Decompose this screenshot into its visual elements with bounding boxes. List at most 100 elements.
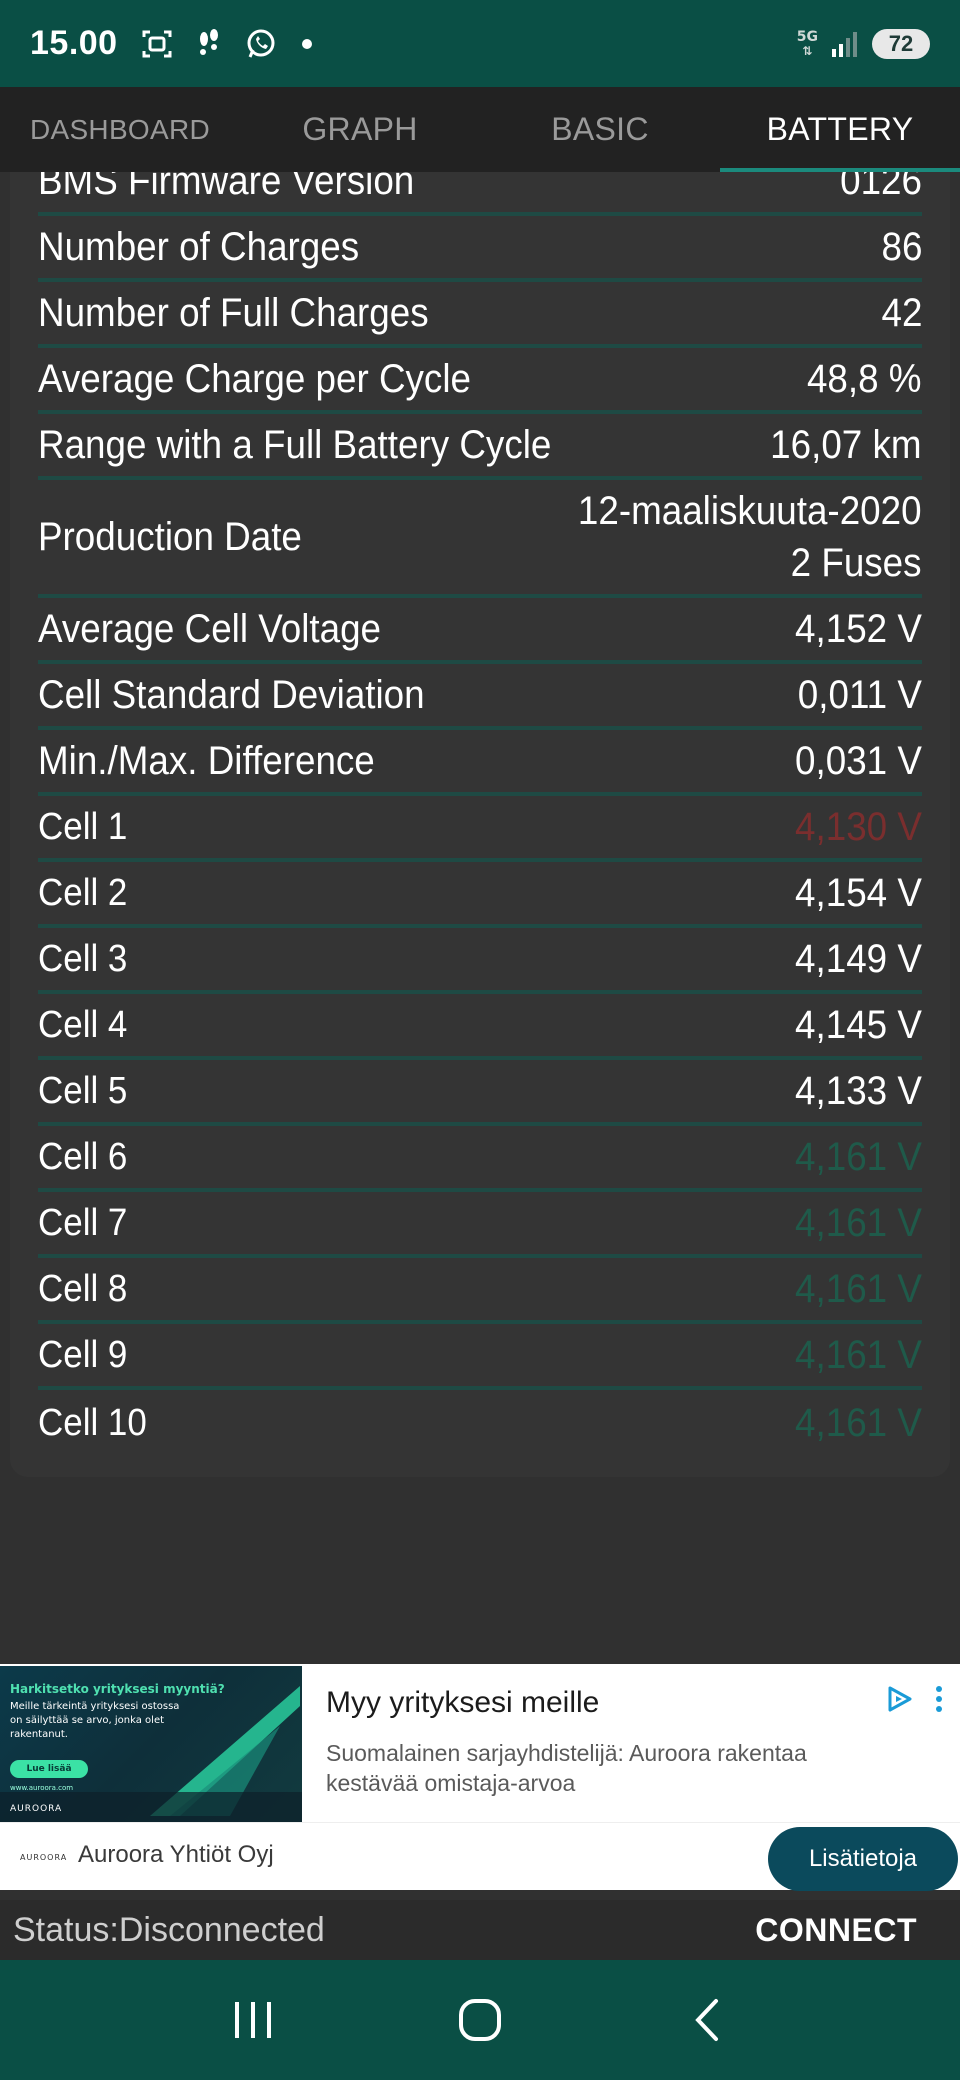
row-value: 0,011 V [797, 673, 922, 717]
home-icon [458, 1999, 501, 2041]
tab-dashboard[interactable]: DASHBOARD [0, 87, 240, 172]
connection-status-bar: Status:Disconnected CONNECT [0, 1900, 960, 1960]
ad-title[interactable]: Myy yrityksesi meille [326, 1686, 599, 1720]
row-cell-4: Cell 4 4,145 V [38, 994, 922, 1060]
cell-voltage: 4,133 V [795, 1069, 922, 1113]
battery-info-list: BMS Firmware Version 0126 Number of Char… [10, 172, 950, 1456]
cell-label: Cell 10 [38, 1401, 147, 1444]
battery-info-card[interactable]: BMS Firmware Version 0126 Number of Char… [10, 172, 950, 1477]
cell-label: Cell 9 [38, 1333, 128, 1376]
network-5g-icon: 5G ⇅ [796, 28, 818, 58]
row-label: BMS Firmware Version [38, 172, 415, 203]
row-cell-9: Cell 9 4,161 V [38, 1324, 922, 1390]
row-label: Average Cell Voltage [38, 606, 382, 651]
more-options-icon[interactable] [934, 1684, 944, 1714]
signal-icon [832, 31, 857, 57]
row-value: 86 [881, 225, 922, 269]
cell-label: Cell 2 [38, 871, 128, 914]
row-production-date: Production Date 12-maaliskuuta-2020 2 Fu… [38, 480, 922, 598]
row-label: Production Date [38, 514, 302, 559]
tab-basic[interactable]: BASIC [480, 87, 720, 172]
back-icon [694, 1999, 718, 2041]
row-bms-firmware: BMS Firmware Version 0126 [38, 172, 922, 216]
row-cell-2: Cell 2 4,154 V [38, 862, 922, 928]
tab-graph[interactable]: GRAPH [240, 87, 480, 172]
row-standard-deviation: Cell Standard Deviation 0,011 V [38, 664, 922, 730]
ad-image[interactable]: Harkitsetko yrityksesi myyntiä? Meille t… [0, 1666, 302, 1822]
ad-banner[interactable]: Harkitsetko yrityksesi myyntiä? Meille t… [0, 1664, 960, 1891]
ad-advertiser: Auroora Yhtiöt Oyj [78, 1841, 274, 1868]
cell-label: Cell 1 [38, 805, 128, 848]
row-average-charge: Average Charge per Cycle 48,8 % [38, 348, 922, 414]
row-value: 0,031 V [795, 739, 922, 783]
production-date-value: 12-maaliskuuta-2020 [578, 489, 922, 533]
ad-logo: AUROORA [20, 1853, 68, 1862]
cell-label: Cell 4 [38, 1003, 128, 1046]
cell-voltage: 4,149 V [795, 937, 922, 981]
row-number-of-charges: Number of Charges 86 [38, 216, 922, 282]
row-value: 0126 [840, 172, 922, 203]
row-cell-7: Cell 7 4,161 V [38, 1192, 922, 1258]
ad-description: Suomalainen sarjayhdistelijä: Auroora ra… [326, 1740, 807, 1796]
row-cell-3: Cell 3 4,149 V [38, 928, 922, 994]
recents-button[interactable] [223, 1990, 283, 2050]
ad-cta-button[interactable]: Lisätietoja [768, 1827, 958, 1891]
cell-label: Cell 5 [38, 1069, 128, 1112]
ad-image-site: www.auroora.com [10, 1784, 74, 1792]
ad-image-brand: AUROORA [10, 1804, 63, 1814]
cell-label: Cell 8 [38, 1267, 128, 1310]
cell-voltage: 4,161 V [795, 1135, 922, 1179]
cell-voltage: 4,130 V [795, 805, 922, 849]
ad-image-read-more[interactable]: Lue lisää [10, 1760, 88, 1778]
row-label: Range with a Full Battery Cycle [38, 422, 552, 467]
connect-button[interactable]: CONNECT [755, 1912, 917, 1949]
row-cell-10: Cell 10 4,161 V [38, 1390, 922, 1456]
clock: 15.00 [30, 24, 118, 62]
notification-icons [140, 27, 312, 61]
row-cell-1: Cell 1 4,130 V [38, 796, 922, 862]
row-label: Number of Charges [38, 224, 360, 269]
ad-footer: AUROORA Auroora Yhtiöt Oyj Lisätietoja [0, 1822, 960, 1891]
cell-label: Cell 6 [38, 1135, 128, 1178]
row-label: Cell Standard Deviation [38, 672, 425, 717]
row-range: Range with a Full Battery Cycle 16,07 km [38, 414, 922, 480]
screenshot-icon [142, 30, 172, 57]
recents-icon [235, 2002, 272, 2038]
footsteps-icon [199, 28, 218, 55]
row-full-charges: Number of Full Charges 42 [38, 282, 922, 348]
cell-voltage: 4,161 V [795, 1267, 922, 1311]
whatsapp-icon [247, 29, 275, 58]
tab-battery[interactable]: BATTERY [720, 87, 960, 172]
row-cell-5: Cell 5 4,133 V [38, 1060, 922, 1126]
battery-icon: 72 [872, 28, 930, 59]
row-value: 4,152 V [795, 607, 922, 651]
row-cell-6: Cell 6 4,161 V [38, 1126, 922, 1192]
row-cell-8: Cell 8 4,161 V [38, 1258, 922, 1324]
fuses-value: 2 Fuses [791, 541, 922, 585]
tab-bar: DASHBOARD GRAPH BASIC BATTERY [0, 87, 960, 172]
row-value: 12-maaliskuuta-2020 2 Fuses [578, 485, 922, 589]
back-button[interactable] [677, 1990, 737, 2050]
row-label: Average Charge per Cycle [38, 356, 471, 401]
row-value: 42 [881, 291, 922, 335]
cell-voltage: 4,154 V [795, 871, 922, 915]
system-nav-bar [0, 1960, 960, 2080]
status-bar: 15.00 5G ⇅ 72 [0, 0, 960, 87]
cell-voltage: 4,145 V [795, 1003, 922, 1047]
more-notifications-dot [301, 38, 312, 49]
connection-status: Status:Disconnected [13, 1910, 325, 1949]
ad-image-body: Meille tärkeintä yrityksesi ostossa on s… [10, 1701, 180, 1740]
row-value: 16,07 km [770, 423, 922, 467]
row-min-max-difference: Min./Max. Difference 0,031 V [38, 730, 922, 796]
row-label: Min./Max. Difference [38, 738, 375, 783]
cell-voltage: 4,161 V [795, 1201, 922, 1245]
cell-label: Cell 3 [38, 937, 128, 980]
adchoices-icon[interactable] [884, 1684, 914, 1714]
row-average-cell-voltage: Average Cell Voltage 4,152 V [38, 598, 922, 664]
ad-image-headline: Harkitsetko yrityksesi myyntiä? [10, 1682, 225, 1696]
row-label: Number of Full Charges [38, 290, 429, 335]
cell-label: Cell 7 [38, 1201, 128, 1244]
cell-voltage: 4,161 V [795, 1333, 922, 1377]
home-button[interactable] [450, 1990, 510, 2050]
row-value: 48,8 % [807, 357, 922, 401]
